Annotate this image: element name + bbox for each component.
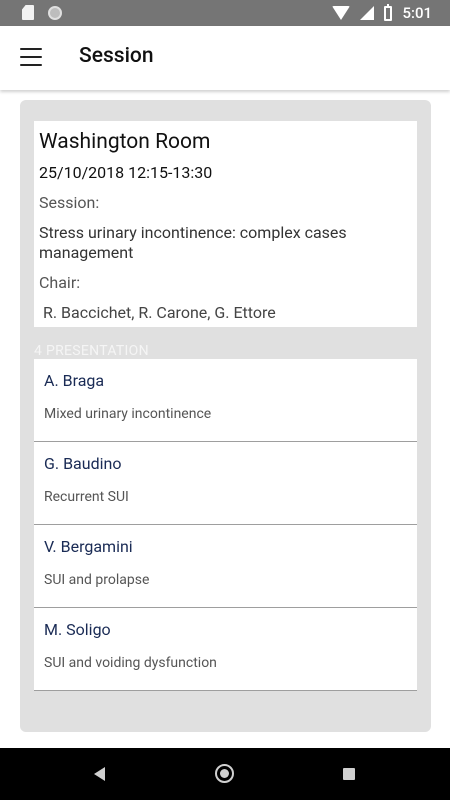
room-name: Washington Room bbox=[39, 130, 211, 154]
chair-names: R. Baccichet, R. Carone, G. Ettore bbox=[43, 303, 276, 322]
battery-icon bbox=[384, 3, 393, 21]
sd-card-icon bbox=[22, 5, 34, 20]
presentation-item[interactable]: G. Baudino Recurrent SUI bbox=[34, 442, 417, 525]
status-right-icons: 5:01 bbox=[332, 3, 432, 22]
status-time: 5:01 bbox=[402, 4, 432, 22]
presentation-topic: SUI and voiding dysfunction bbox=[44, 655, 217, 671]
presentation-item[interactable]: M. Soligo SUI and voiding dysfunction bbox=[34, 608, 417, 691]
presentations-list: A. Braga Mixed urinary incontinence G. B… bbox=[34, 359, 417, 691]
presentation-item[interactable]: V. Bergamini SUI and prolapse bbox=[34, 525, 417, 608]
presentations-header: 4 PRESENTATION bbox=[34, 343, 149, 359]
recent-square-icon[interactable] bbox=[343, 768, 355, 780]
presentation-item[interactable]: A. Braga Mixed urinary incontinence bbox=[34, 359, 417, 442]
status-bar: 5:01 bbox=[0, 0, 450, 26]
session-panel: Washington Room 25/10/2018 12:15-13:30 S… bbox=[20, 100, 431, 732]
presentation-topic: SUI and prolapse bbox=[44, 572, 150, 588]
session-datetime: 25/10/2018 12:15-13:30 bbox=[39, 163, 213, 182]
presentation-author: M. Soligo bbox=[44, 620, 111, 639]
content-area[interactable]: Washington Room 25/10/2018 12:15-13:30 S… bbox=[0, 90, 450, 748]
system-nav-bar bbox=[0, 748, 450, 800]
home-circle-icon[interactable] bbox=[215, 764, 234, 783]
signal-icon bbox=[360, 6, 375, 20]
presentation-author: G. Baudino bbox=[44, 454, 122, 473]
page-title: Session bbox=[79, 44, 154, 68]
presentation-author: V. Bergamini bbox=[44, 537, 133, 556]
status-left-icons bbox=[22, 5, 62, 20]
hamburger-menu-icon[interactable] bbox=[20, 48, 42, 66]
session-card: Washington Room 25/10/2018 12:15-13:30 S… bbox=[34, 121, 417, 327]
presentation-topic: Mixed urinary incontinence bbox=[44, 406, 212, 422]
back-triangle-icon[interactable] bbox=[94, 767, 105, 781]
app-bar: Session bbox=[0, 26, 450, 90]
chair-label: Chair: bbox=[39, 273, 81, 292]
presentation-topic: Recurrent SUI bbox=[44, 489, 129, 505]
session-label: Session: bbox=[39, 193, 100, 212]
notification-dot-icon bbox=[48, 5, 62, 20]
presentation-author: A. Braga bbox=[44, 371, 105, 390]
session-title: Stress urinary incontinence: complex cas… bbox=[39, 223, 347, 262]
wifi-icon bbox=[332, 6, 351, 20]
